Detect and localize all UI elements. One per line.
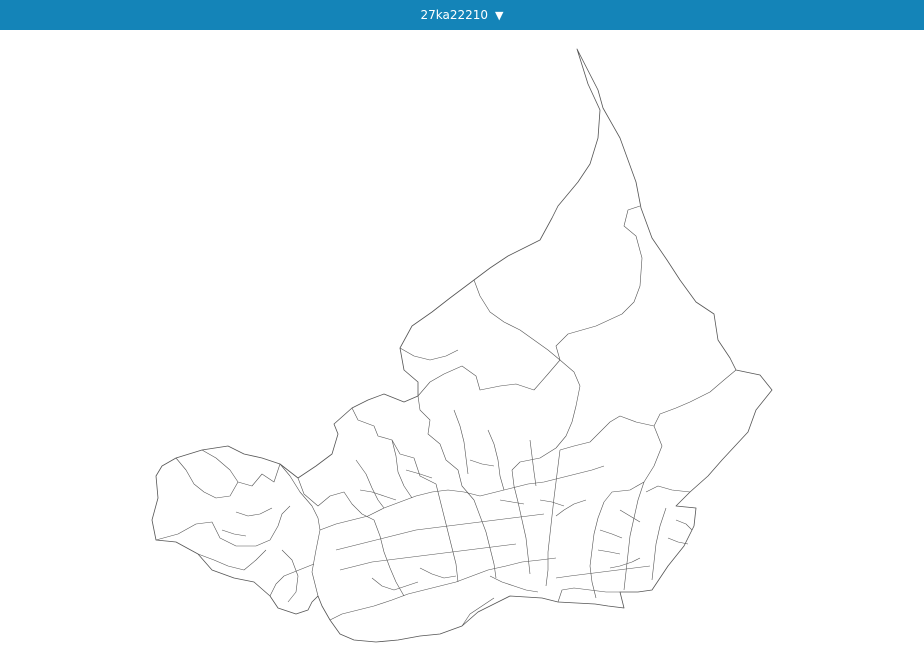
- triangle-down-icon: ▼: [495, 8, 504, 22]
- map-area[interactable]: [0, 30, 924, 660]
- area-code-dropdown[interactable]: 27ka22210 ▼: [420, 9, 503, 21]
- top-bar: 27ka22210 ▼: [0, 0, 924, 30]
- area-code-label: 27ka22210: [420, 8, 489, 22]
- city-outline: [151, 48, 773, 643]
- boundary-map[interactable]: [0, 30, 924, 660]
